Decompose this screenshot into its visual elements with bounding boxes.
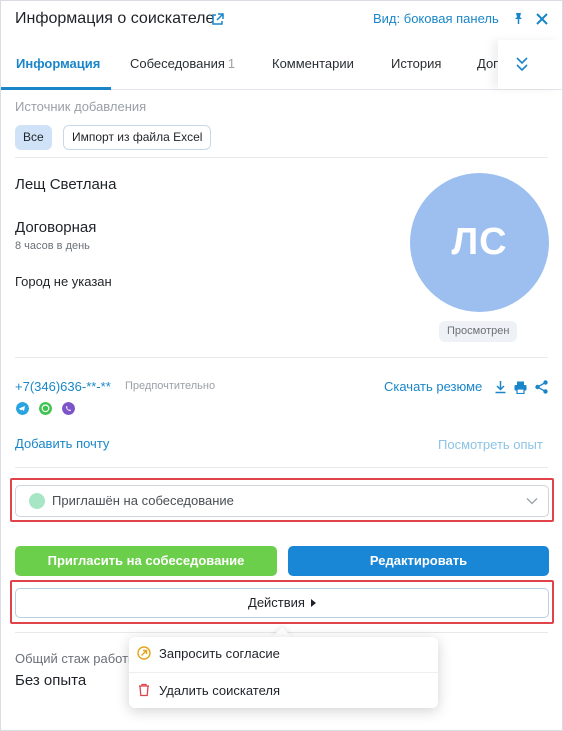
phone-link[interactable]: +7(346)636-**-** bbox=[15, 379, 111, 394]
tab-interviews-label: Собеседования bbox=[130, 56, 225, 71]
divider bbox=[15, 157, 548, 158]
menu-separator bbox=[129, 672, 438, 673]
view-experience-link[interactable]: Посмотреть опыт bbox=[438, 437, 543, 452]
menu-item-label: Запросить согласие bbox=[159, 646, 280, 661]
tab-interviews-count: 1 bbox=[227, 56, 236, 71]
candidate-city: Город не указан bbox=[15, 274, 112, 289]
divider bbox=[15, 467, 548, 468]
viber-icon[interactable] bbox=[62, 402, 75, 415]
invite-button[interactable]: Пригласить на собеседование bbox=[15, 546, 277, 576]
edit-button[interactable]: Редактировать bbox=[288, 546, 549, 576]
panel-title: Информация о соискателе bbox=[15, 10, 215, 27]
divider bbox=[15, 357, 548, 358]
tab-information[interactable]: Информация bbox=[16, 56, 100, 71]
telegram-icon[interactable] bbox=[16, 402, 29, 415]
tab-interviews[interactable]: Собеседования 1 bbox=[130, 56, 235, 71]
download-resume-link[interactable]: Скачать резюме bbox=[384, 379, 482, 394]
menu-item-label: Удалить соискателя bbox=[159, 683, 281, 698]
status-value: Приглашён на собеседование bbox=[52, 493, 234, 508]
experience-value: Без опыта bbox=[15, 672, 87, 689]
status-dot bbox=[29, 493, 45, 509]
tab-history[interactable]: История bbox=[391, 56, 441, 71]
source-chip-all[interactable]: Все bbox=[15, 125, 52, 150]
menu-item-delete-candidate[interactable]: Удалить соискателя bbox=[129, 674, 438, 708]
tab-overflow[interactable] bbox=[498, 40, 562, 89]
view-mode-link[interactable]: Вид: боковая панель bbox=[373, 11, 499, 26]
candidate-salary: Договорная bbox=[15, 219, 97, 236]
tab-comments[interactable]: Комментарии bbox=[272, 56, 354, 71]
actions-menu: Запросить согласие Удалить соискателя bbox=[129, 637, 438, 708]
chevron-down-icon bbox=[526, 498, 538, 505]
panel-header: Информация о соискателе Вид: боковая пан… bbox=[1, 1, 562, 39]
preferred-label: Предпочтительно bbox=[125, 380, 216, 392]
actions-label: Действия bbox=[248, 595, 305, 610]
candidate-name: Лещ Светлана bbox=[15, 176, 117, 193]
double-chevron-down-icon[interactable] bbox=[515, 55, 529, 73]
viewed-badge: Просмотрен bbox=[439, 321, 518, 342]
add-email-link[interactable]: Добавить почту bbox=[15, 436, 109, 451]
source-chip-excel[interactable]: Импорт из файла Excel bbox=[63, 125, 212, 150]
tab-bar: Информация Собеседования 1 Комментарии Ис… bbox=[1, 40, 562, 90]
whatsapp-icon[interactable] bbox=[39, 402, 52, 415]
active-tab-indicator bbox=[1, 87, 111, 90]
caret-right-icon bbox=[310, 599, 316, 607]
print-icon[interactable] bbox=[514, 381, 527, 394]
download-icon[interactable] bbox=[494, 380, 507, 394]
pin-icon[interactable] bbox=[512, 12, 525, 25]
trash-icon bbox=[139, 683, 149, 697]
tab-additional[interactable]: Доп bbox=[477, 56, 500, 71]
close-icon[interactable] bbox=[535, 12, 549, 26]
candidate-panel: Информация о соискателе Вид: боковая пан… bbox=[0, 0, 563, 731]
avatar: ЛС bbox=[410, 173, 549, 312]
share-icon[interactable] bbox=[535, 380, 548, 394]
status-select[interactable]: Приглашён на собеседование bbox=[15, 485, 549, 517]
experience-label: Общий стаж работы bbox=[15, 651, 138, 666]
request-consent-icon bbox=[137, 646, 151, 660]
source-label: Источник добавления bbox=[15, 99, 147, 114]
menu-item-request-consent[interactable]: Запросить согласие bbox=[129, 637, 438, 671]
open-external-icon[interactable] bbox=[211, 13, 224, 26]
actions-button[interactable]: Действия bbox=[15, 588, 549, 618]
candidate-hours: 8 часов в день bbox=[15, 240, 90, 252]
